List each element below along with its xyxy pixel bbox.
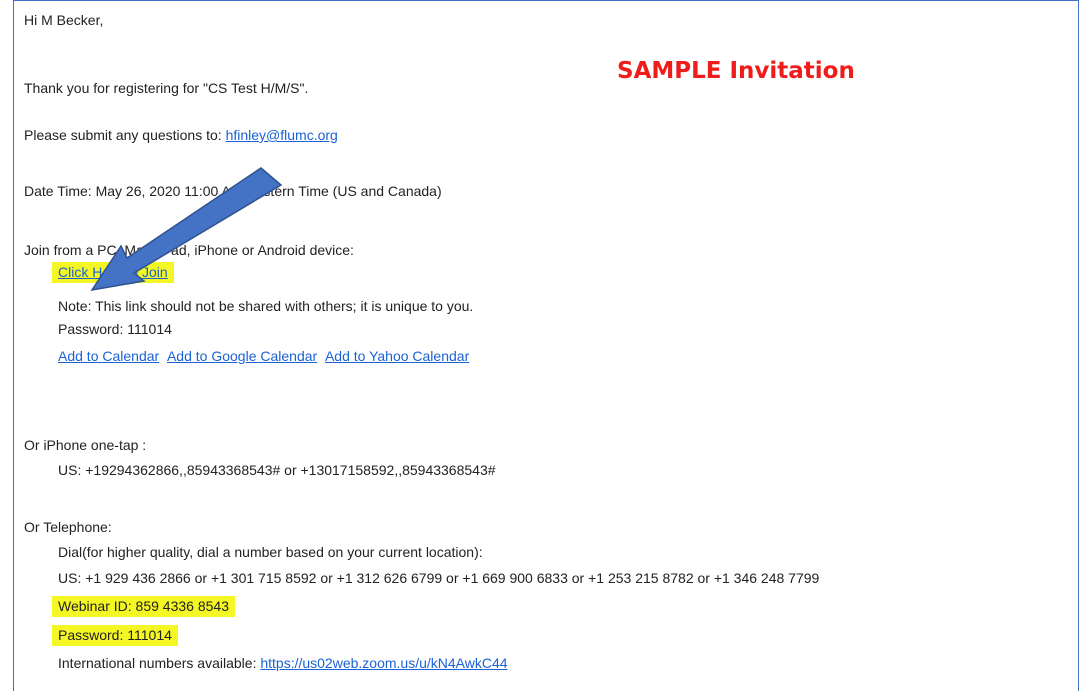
add-to-calendar-link[interactable]: Add to Calendar	[58, 348, 159, 364]
iphone-one-tap-numbers: US: +19294362866,,85943368543# or +13017…	[58, 462, 496, 478]
questions-email-link[interactable]: hfinley@flumc.org	[226, 127, 338, 143]
us-phone-numbers: US: +1 929 436 2866 or +1 301 715 8592 o…	[58, 570, 820, 586]
add-to-yahoo-calendar-link[interactable]: Add to Yahoo Calendar	[325, 348, 469, 364]
join-link-line: Click Here to Join	[52, 262, 174, 283]
international-numbers-link[interactable]: https://us02web.zoom.us/u/kN4AwkC44	[260, 655, 507, 671]
add-to-google-calendar-link[interactable]: Add to Google Calendar	[167, 348, 317, 364]
password-text: Password: 111014	[58, 321, 172, 337]
sample-invitation-label: SAMPLE Invitation	[617, 58, 855, 84]
dial-note-text: Dial(for higher quality, dial a number b…	[58, 544, 483, 560]
questions-line: Please submit any questions to: hfinley@…	[24, 126, 338, 144]
webinar-id-text: Webinar ID: 859 4336 8543	[52, 596, 235, 617]
webinar-id-line: Webinar ID: 859 4336 8543	[52, 596, 235, 617]
questions-prefix: Please submit any questions to:	[24, 127, 226, 143]
webinar-password-line: Password: 111014	[52, 625, 178, 646]
greeting-text: Hi M Becker,	[24, 12, 104, 28]
link-note-text: Note: This link should not be shared wit…	[58, 298, 474, 314]
iphone-one-tap-heading: Or iPhone one-tap :	[24, 437, 147, 453]
click-here-to-join-link[interactable]: Click Here to Join	[52, 262, 174, 283]
calendar-links: Add to Calendar Add to Google Calendar A…	[58, 347, 469, 365]
webinar-password-text: Password: 111014	[52, 625, 178, 646]
international-numbers-line: International numbers available: https:/…	[58, 654, 508, 672]
email-frame	[13, 0, 1079, 691]
registration-thanks-text: Thank you for registering for "CS Test H…	[24, 80, 309, 96]
telephone-heading: Or Telephone:	[24, 519, 112, 535]
join-from-text: Join from a PC, Mac, iPad, iPhone or And…	[24, 242, 354, 258]
date-time-text: Date Time: May 26, 2020 11:00 AM Eastern…	[24, 183, 442, 199]
international-prefix: International numbers available:	[58, 655, 261, 671]
